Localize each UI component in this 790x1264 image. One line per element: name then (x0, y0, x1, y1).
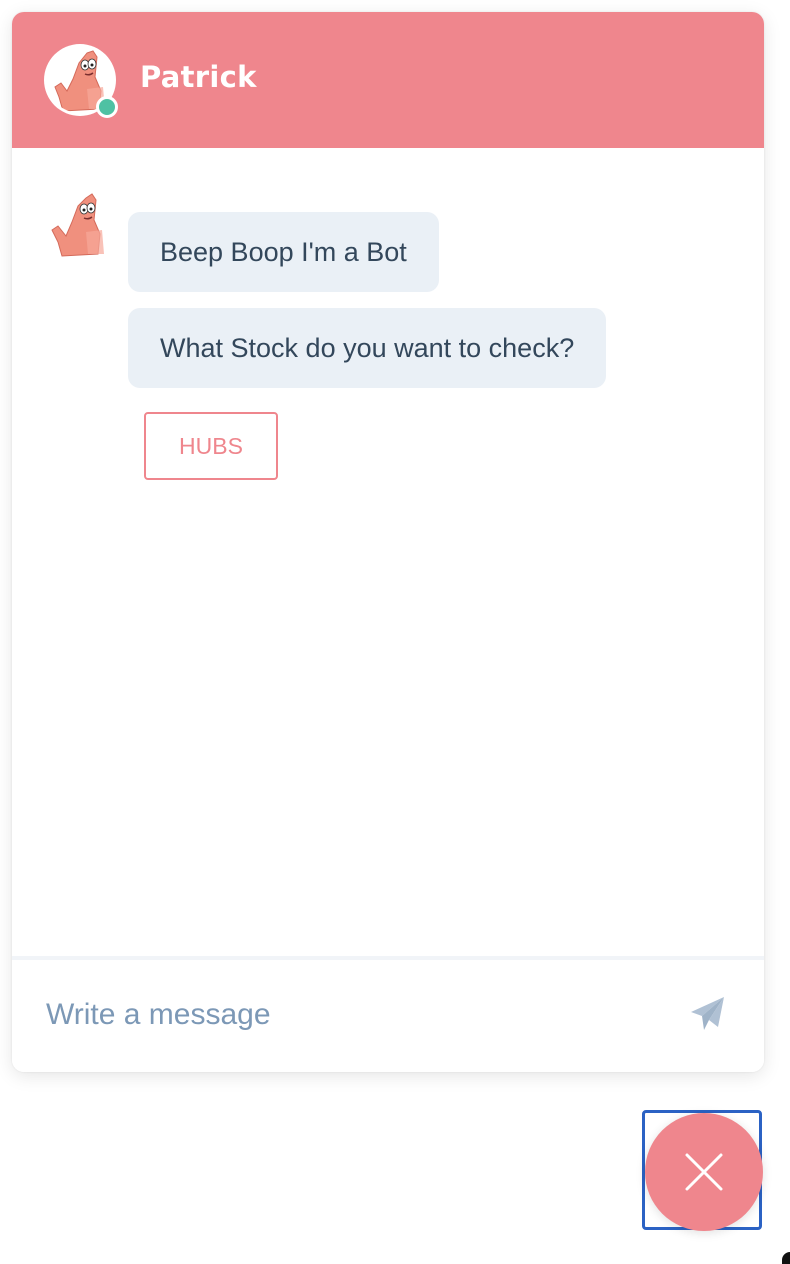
chat-window: Patrick Beep Boop I'm a Bot What Stock d… (12, 12, 764, 1072)
bot-message-bubble: Beep Boop I'm a Bot (128, 212, 439, 292)
paper-plane-icon (691, 997, 724, 1030)
chat-launcher-close-button[interactable] (645, 1113, 763, 1231)
bot-avatar-icon (48, 192, 110, 258)
message-composer (12, 956, 764, 1072)
quick-reply-button[interactable]: HUBS (144, 412, 278, 480)
close-icon (685, 1153, 723, 1191)
header-avatar (44, 44, 118, 118)
bot-message-bubble: What Stock do you want to check? (128, 308, 607, 388)
message-list[interactable]: Beep Boop I'm a Bot What Stock do you wa… (12, 148, 764, 956)
header-agent-name: Patrick (140, 60, 257, 94)
chat-header: Patrick (12, 12, 764, 148)
send-button[interactable] (688, 994, 728, 1034)
message-input[interactable] (44, 984, 648, 1046)
page-corner-artifact (782, 1252, 790, 1264)
online-status-dot (96, 96, 118, 118)
